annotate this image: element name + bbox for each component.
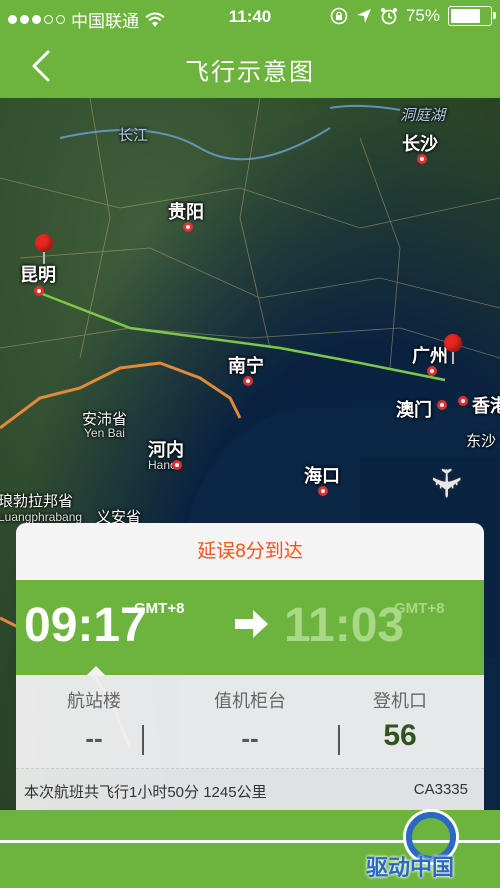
city-label-haikou: 海口 <box>304 466 340 486</box>
watermark-logo: 驱动中国 <box>366 808 486 888</box>
status-right: 75% <box>330 6 496 26</box>
flight-duration-distance: 本次航班共飞行1小时50分 1245公里 <box>24 784 267 801</box>
arrow-right-icon <box>235 610 268 638</box>
destination-pin-icon <box>444 334 462 364</box>
city-label-hongkong: 香港 <box>472 396 500 416</box>
nav-bar: 飞行示意图 <box>0 34 500 98</box>
departure-time: 09:17 <box>24 599 147 652</box>
departure-timezone: GMT+8 <box>134 600 185 617</box>
battery-percent: 75% <box>405 6 440 25</box>
city-label-luangprabang-en: Luangphrabang <box>0 510 83 524</box>
city-label-yenbai-en: Yen Bai <box>84 426 125 440</box>
city-label-guangzhou: 广州 <box>412 346 448 366</box>
city-dot <box>417 154 427 164</box>
origin-pin-icon <box>35 234 53 264</box>
lake-label: 洞庭湖 <box>400 107 446 124</box>
arrival-timezone: GMT+8 <box>394 600 445 617</box>
city-label-macau: 澳门 <box>396 400 432 420</box>
city-label-guiyang: 贵阳 <box>168 202 204 222</box>
status-bar: 中国联通 11:40 75% <box>0 0 500 34</box>
city-dot <box>437 400 447 410</box>
divider <box>142 725 144 755</box>
terminal-value: -- <box>85 723 103 753</box>
terminal-cell: 航站楼 -- <box>16 687 172 754</box>
terminal-label: 航站楼 <box>67 691 121 711</box>
gate-label: 登机口 <box>373 691 427 711</box>
city-dot <box>458 396 468 406</box>
location-icon <box>356 9 371 23</box>
flight-summary: 本次航班共飞行1小时50分 1245公里 CA3335 <box>16 768 484 810</box>
city-label-kunming: 昆明 <box>20 265 56 285</box>
battery-icon <box>448 6 496 26</box>
city-dot <box>243 376 253 386</box>
flight-info-card: 延误8分到达 09:17 GMT+8 11:03 GMT+8 航站楼 -- 值机… <box>16 523 484 810</box>
arrival-time: 11:03 <box>284 599 405 652</box>
city-dot <box>172 460 182 470</box>
city-dot <box>427 366 437 376</box>
flight-times: 09:17 GMT+8 11:03 GMT+8 <box>16 580 484 676</box>
city-label-nanning: 南宁 <box>228 356 264 376</box>
airplane-icon: ✈ <box>422 466 467 500</box>
river-label: 长江 <box>118 127 149 144</box>
city-dot <box>183 222 193 232</box>
city-dot <box>34 286 44 296</box>
checkin-value: -- <box>241 723 259 753</box>
flight-number: CA3335 <box>413 781 468 798</box>
delay-status: 延误8分到达 <box>16 523 484 580</box>
gate-value: 56 <box>383 719 417 752</box>
city-label-luangprabang: 琅勃拉邦省 <box>0 493 74 510</box>
page-title: 飞行示意图 <box>185 59 315 86</box>
city-label-dongsha: 东沙 <box>466 433 497 450</box>
checkin-cell: 值机柜台 -- <box>172 687 328 754</box>
gate-cell: 登机口 56 <box>322 687 478 753</box>
city-label-changsha: 长沙 <box>402 134 438 154</box>
rotation-lock-icon <box>330 7 348 25</box>
airport-info: 航站楼 -- 值机柜台 -- 登机口 56 <box>16 675 484 768</box>
city-dot <box>318 486 328 496</box>
alarm-icon <box>380 8 397 25</box>
watermark-text: 驱动中国 <box>366 855 455 880</box>
checkin-label: 值机柜台 <box>214 691 286 711</box>
